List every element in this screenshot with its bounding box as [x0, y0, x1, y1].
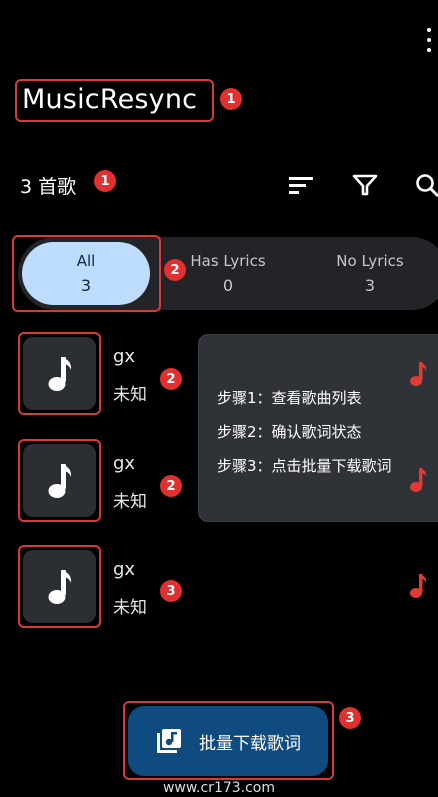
- song-artist: 未知: [113, 385, 147, 405]
- song-artist: 未知: [113, 492, 147, 512]
- annotation-badge-count: 1: [94, 170, 116, 192]
- no-lyrics-status-icon: [410, 362, 427, 386]
- annotation-box-song: [18, 545, 101, 628]
- song-title: gx: [113, 559, 136, 580]
- annotation-box-song: [18, 439, 101, 522]
- sort-icon[interactable]: [287, 172, 315, 198]
- tooltip-step-2: 步骤2：确认歌词状态: [217, 423, 362, 441]
- song-count: 3 首歌: [20, 176, 77, 198]
- annotation-badge-fab: 3: [339, 707, 361, 729]
- annotation-box-title: [15, 79, 214, 122]
- steps-tooltip: 步骤1：查看歌曲列表 步骤2：确认歌词状态 步骤3：点击批量下载歌词: [198, 334, 438, 522]
- song-title: gx: [113, 346, 136, 367]
- annotation-badge-song: 2: [160, 475, 182, 497]
- annotation-badge-tabs: 2: [164, 259, 186, 281]
- tab-no-lyrics[interactable]: No Lyrics 3: [310, 237, 430, 310]
- watermark: www.cr173.com: [162, 780, 276, 796]
- filter-icon[interactable]: [351, 172, 379, 198]
- tooltip-step-3: 步骤3：点击批量下载歌词: [217, 457, 392, 475]
- annotation-box-fab: [123, 701, 334, 780]
- search-icon[interactable]: [414, 172, 438, 198]
- no-lyrics-status-icon: [410, 574, 427, 598]
- more-options-icon[interactable]: [426, 28, 432, 52]
- tab-no-lyrics-label: No Lyrics: [336, 252, 404, 270]
- no-lyrics-status-icon: [410, 468, 427, 492]
- tab-no-lyrics-count: 3: [364, 276, 376, 295]
- annotation-box-song: [18, 332, 101, 415]
- annotation-badge-song: 2: [160, 368, 182, 390]
- tooltip-step-1: 步骤1：查看歌曲列表: [217, 389, 362, 407]
- tab-has-lyrics[interactable]: Has Lyrics 0: [168, 237, 288, 310]
- annotation-box-tabs: [12, 235, 161, 312]
- song-artist: 未知: [113, 598, 147, 618]
- tab-has-lyrics-count: 0: [222, 276, 234, 295]
- song-title: gx: [113, 453, 136, 474]
- annotation-badge-title: 1: [220, 88, 242, 110]
- annotation-badge-song: 3: [160, 580, 182, 602]
- tab-has-lyrics-label: Has Lyrics: [190, 252, 266, 270]
